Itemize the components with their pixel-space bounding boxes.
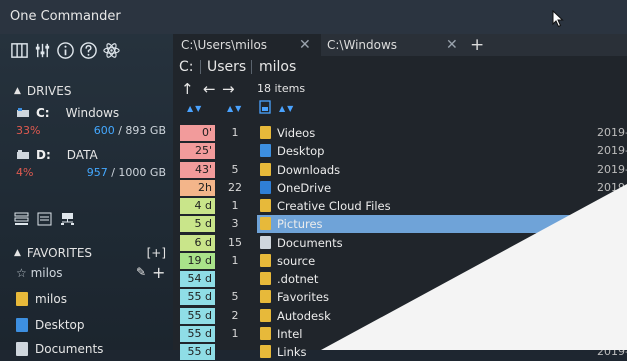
collapse-arrow-icon: ▲ — [14, 86, 21, 96]
drive-icon — [17, 108, 29, 117]
list-view-icon[interactable] — [14, 212, 29, 226]
drive-letter: D: — [36, 148, 51, 162]
favorite-item-documents[interactable]: Documents — [16, 342, 103, 356]
drive-d[interactable]: D: DATA 4% 957 / 1000 GB — [16, 148, 166, 182]
help-icon[interactable] — [79, 41, 98, 60]
add-icon[interactable]: + — [152, 263, 165, 282]
drive-name: Windows — [65, 106, 120, 120]
sidebar: ▲ DRIVES C: Windows 33% 600 / 893 GB D: … — [0, 34, 173, 356]
documents-folder-icon — [16, 342, 28, 356]
info-icon[interactable] — [56, 41, 75, 60]
tool-icons — [10, 41, 121, 60]
star-icon[interactable]: ☆ — [16, 266, 27, 280]
edit-icon[interactable]: ✎ — [136, 265, 146, 279]
drive-used: 600 — [93, 124, 115, 137]
settings-sliders-icon[interactable] — [33, 41, 52, 60]
collapse-arrow-icon: ▲ — [14, 248, 21, 258]
preview-overlay — [321, 184, 627, 350]
favorites-header[interactable]: ▲ FAVORITES [+] — [14, 246, 166, 260]
sidebar-tools — [14, 212, 75, 226]
drive-usage-percent: 33% — [16, 124, 41, 137]
drive-total: / 1000 GB — [107, 166, 166, 179]
title-bar: One Commander — [0, 0, 627, 34]
folder-icon — [16, 292, 28, 306]
drive-used: 957 — [86, 166, 108, 179]
drive-letter: C: — [36, 106, 50, 120]
columns-view-icon[interactable] — [10, 41, 29, 60]
mouse-cursor-icon — [552, 10, 564, 28]
drive-name: DATA — [66, 148, 98, 162]
app-title: One Commander — [10, 9, 121, 24]
drives-header[interactable]: ▲ DRIVES — [14, 84, 71, 98]
drives-label: DRIVES — [26, 84, 72, 98]
favorites-user-name: milos — [30, 266, 63, 280]
favorite-label: Desktop — [35, 318, 85, 332]
file-panel: C:\Users\milos ✕ C:\Windows ✕ + C: Users… — [173, 34, 627, 360]
drive-usage-percent: 4% — [16, 166, 34, 179]
favorites-user-row: ☆ milos ✎ + — [16, 263, 166, 282]
drive-icon — [17, 150, 29, 159]
drive-c[interactable]: C: Windows 33% 600 / 893 GB — [16, 106, 166, 140]
network-icon[interactable] — [60, 212, 75, 226]
add-favorite-button[interactable]: [+] — [147, 246, 166, 260]
desktop-folder-icon — [16, 318, 28, 332]
favorite-item-desktop[interactable]: Desktop — [16, 318, 85, 332]
favorite-item-milos[interactable]: milos — [16, 292, 67, 306]
drive-total: / 893 GB — [114, 124, 166, 137]
favorites-label: FAVORITES — [26, 246, 93, 260]
atom-icon[interactable] — [102, 41, 121, 60]
details-view-icon[interactable] — [37, 212, 52, 226]
favorite-label: Documents — [35, 342, 104, 356]
favorite-label: milos — [35, 292, 67, 306]
